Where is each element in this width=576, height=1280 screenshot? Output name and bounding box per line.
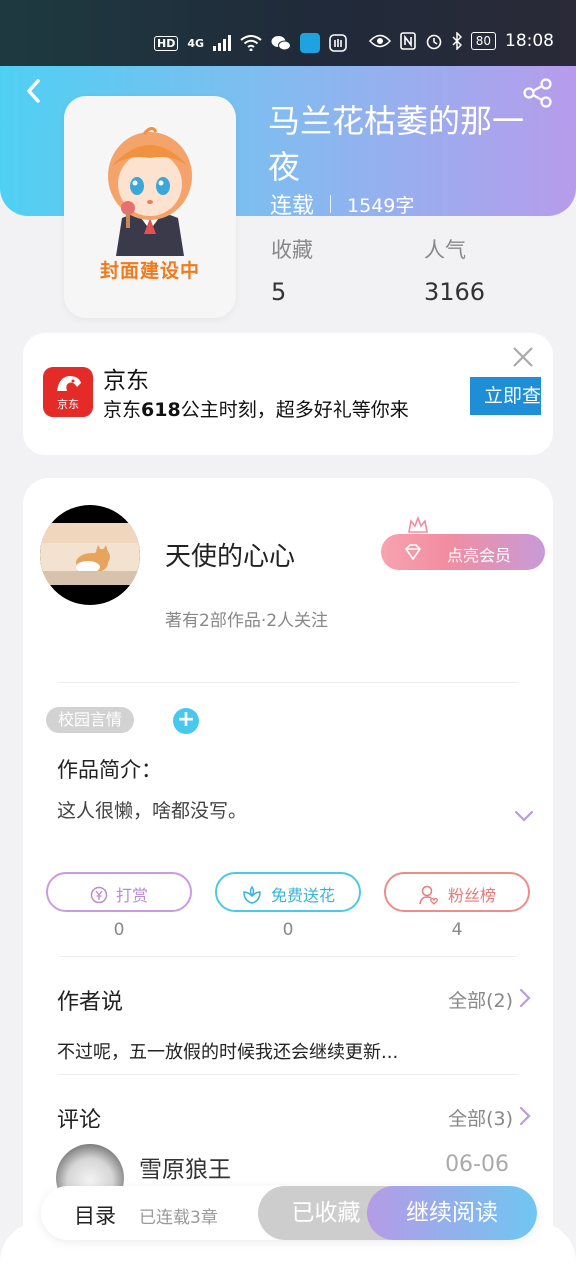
ad-banner[interactable]: 京东 京东 京东618公主时刻，超多好礼等你来 立即查看 [23,333,553,455]
cover-illustration [108,127,192,256]
wifi-icon [240,35,262,51]
fans-label: 粉丝榜 [447,886,496,905]
comment-date: 06-06 [445,1152,509,1177]
author-avatar[interactable] [40,505,140,605]
genre-tag[interactable]: 校园言情 [46,707,135,733]
jd-dog-icon [57,376,81,391]
ad-desc-suffix: 公主时刻，超多好礼等你来 [180,399,409,421]
author-says-title: 作者说 [57,990,124,1015]
meta-divider [330,195,332,213]
flower-count: 0 [282,920,294,940]
battery-icon: 80 [470,32,496,50]
author-says-all-link[interactable]: 全部(2) [448,986,513,1013]
book-meta: 连载 1549字 [270,188,414,220]
intro-text: 这人很懒，啥都没写。 [57,800,248,822]
jd-logo: 京东 [43,367,93,417]
eye-icon [368,34,391,48]
table-of-contents-button[interactable]: 目录 [74,1200,116,1230]
wechat-icon [271,36,292,51]
send-flower-button[interactable]: 免费送花 [215,872,361,912]
tip-button[interactable]: 打赏 [46,872,192,912]
flower-label: 免费送花 [270,886,335,905]
fans-count: 4 [451,920,463,940]
back-button[interactable] [20,76,50,106]
stat-label: 人气 [424,238,466,262]
vip-label: 点亮会员 [447,546,512,565]
tip-count: 0 [113,920,125,940]
divider [59,1074,517,1075]
book-title: 马兰花枯萎的那一夜 [268,102,525,186]
vip-button[interactable]: 点亮会员 [381,534,545,570]
author-stats: 著有2部作品·2人关注 [165,611,329,631]
ad-title: 京东 [103,368,149,394]
ad-cta-button[interactable]: 立即查看 [470,377,541,415]
chevron-down-icon [514,810,534,822]
ad-close-button[interactable] [509,343,537,371]
status-right-icons: 80 18:08 [368,31,554,51]
intro-title: 作品简介： [57,758,162,782]
status-bar: HD 4G 80 18:08 [0,0,576,66]
coin-icon [90,886,108,904]
add-tag-button[interactable]: + [173,708,199,734]
ad-description: 京东618公主时刻，超多好礼等你来 [103,395,409,422]
stat-label: 收藏 [271,238,313,262]
author-says-text[interactable]: 不过呢，五一放假的时候我还会继续更新... [57,1038,398,1064]
kitten-photo [40,523,140,585]
bluetooth-icon [452,32,462,50]
ad-desc-highlight: 618 [141,399,181,421]
comments-title: 评论 [57,1108,102,1133]
author-name[interactable]: 天使的心心 [165,536,295,573]
chevron-left-icon [27,79,40,103]
hd-icon: HD [154,35,179,51]
app-notification-icon [300,33,321,53]
cover-caption: 封面建设中 [99,260,200,282]
divider [59,956,517,957]
flower-inner: 免费送花 [217,882,359,906]
commenter-name: 雪原狼王 [139,1157,231,1183]
chapter-count: 已连载3章 [139,1208,218,1228]
network-type: 4G [187,36,205,50]
chevron-right-icon[interactable] [519,1106,531,1126]
comments-all-link[interactable]: 全部(3) [448,1104,513,1131]
nfc-icon [399,32,416,50]
chevron-right-icon[interactable] [519,988,531,1008]
fan-ranking-button[interactable]: 粉丝榜 [384,872,530,912]
fans-inner: 粉丝榜 [386,882,528,906]
continue-reading-button[interactable]: 继续阅读 [367,1186,537,1240]
tip-inner: 打赏 [48,882,190,906]
stat-value: 5 [271,278,287,306]
hand-icon [329,34,347,52]
fans-icon [419,885,438,905]
book-cover[interactable]: 封面建设中 [64,96,236,318]
book-status: 连载 [270,194,315,219]
clock: 18:08 [505,31,554,51]
bottom-action-bar: 目录 已连载3章 已收藏 继续阅读 [41,1186,537,1240]
alarm-icon [426,34,442,50]
ad-desc-prefix: 京东 [103,399,142,421]
flower-icon [243,885,261,904]
divider [59,682,517,683]
tip-label: 打赏 [115,886,148,905]
close-icon [513,347,533,367]
status-left-icons: HD 4G [154,33,347,53]
book-detail-card: 天使的心心 著有2部作品·2人关注 点亮会员 校园言情 + 作品简介： 这人很懒… [23,478,553,1278]
stat-popularity: 人气 3166 [424,234,485,306]
signal-icon [213,35,232,51]
stat-value: 3166 [424,278,486,306]
stat-favorites: 收藏 5 [271,234,313,306]
diamond-icon [404,544,422,561]
book-word-count: 1549字 [347,194,415,217]
crown-icon [408,516,428,533]
expand-intro-button[interactable] [513,808,535,822]
